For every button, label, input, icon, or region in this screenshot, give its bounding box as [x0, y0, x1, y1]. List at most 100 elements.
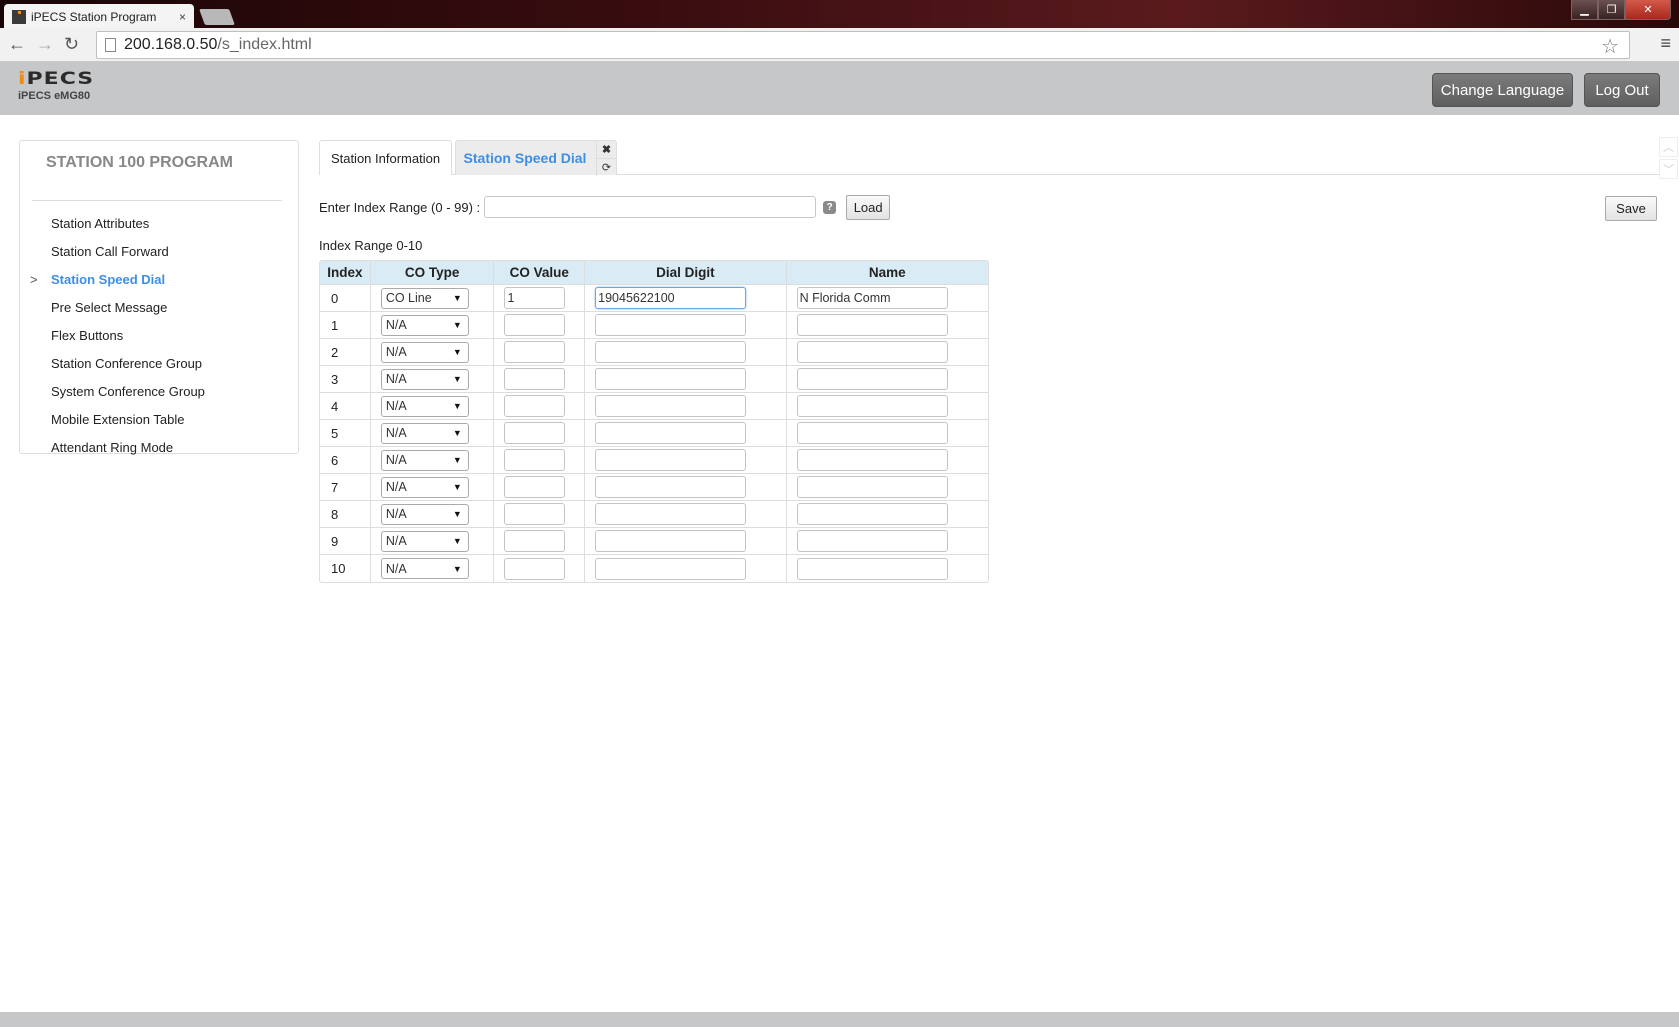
- sidebar-item-station-call-forward[interactable]: Station Call Forward: [20, 238, 298, 266]
- co-type-select[interactable]: N/A ▼: [380, 314, 469, 336]
- cell-index: 4: [320, 393, 371, 420]
- name-input[interactable]: [796, 476, 948, 498]
- co-value-input[interactable]: [504, 449, 566, 471]
- close-tab-icon[interactable]: ×: [179, 10, 186, 24]
- help-icon[interactable]: ?: [823, 200, 837, 214]
- cell-co-type: N/A ▼: [370, 474, 495, 501]
- sidebar-item-mobile-extension-table[interactable]: Mobile Extension Table: [20, 406, 298, 434]
- dial-digit-input[interactable]: [595, 395, 747, 417]
- name-input[interactable]: [796, 395, 948, 417]
- cell-name: [786, 393, 988, 420]
- dial-digit-input[interactable]: [595, 557, 747, 580]
- cell-co-type: CO Line ▼: [370, 285, 495, 312]
- table-row: 1 N/A ▼: [320, 312, 988, 339]
- name-input[interactable]: [796, 314, 948, 336]
- sidebar-item-station-attributes[interactable]: Station Attributes: [20, 210, 298, 238]
- co-type-select[interactable]: CO Line ▼: [380, 287, 469, 309]
- browser-menu-icon[interactable]: ≡: [1660, 33, 1671, 54]
- co-type-value: N/A: [385, 561, 407, 576]
- sidebar-item-station-conference-group[interactable]: Station Conference Group: [20, 350, 298, 378]
- back-icon[interactable]: ←: [8, 34, 26, 55]
- refresh-icon[interactable]: ⟳: [597, 158, 616, 176]
- co-type-select[interactable]: N/A ▼: [380, 503, 469, 525]
- co-type-select[interactable]: N/A ▼: [380, 341, 469, 363]
- dial-digit-input[interactable]: [595, 476, 747, 498]
- tab-station-speed-dial[interactable]: Station Speed Dial ✖ ⟳: [455, 140, 617, 176]
- model-name: iPECS eMG80: [18, 90, 91, 102]
- browser-tab[interactable]: iPECS Station Program ×: [4, 4, 194, 30]
- change-language-button[interactable]: Change Language: [1432, 73, 1573, 107]
- co-value-input[interactable]: [504, 557, 566, 580]
- co-type-select[interactable]: N/A ▼: [380, 422, 469, 444]
- name-input[interactable]: [796, 557, 948, 580]
- co-type-select[interactable]: N/A ▼: [380, 395, 469, 417]
- window-close-icon[interactable]: ✕: [1625, 0, 1671, 20]
- load-button[interactable]: Load: [846, 194, 891, 220]
- sidebar-item-station-speed-dial[interactable]: > Station Speed Dial: [20, 266, 298, 294]
- name-input[interactable]: [796, 287, 948, 309]
- save-button[interactable]: Save: [1605, 196, 1657, 221]
- tab-station-information[interactable]: Station Information: [319, 140, 452, 175]
- scroll-down-icon[interactable]: ﹀: [1659, 159, 1678, 179]
- page-icon: [105, 38, 116, 52]
- sidebar: STATION 100 PROGRAM Station Attributes S…: [19, 140, 299, 455]
- bookmark-star-icon[interactable]: ☆: [1601, 34, 1619, 59]
- tab-label: Station Speed Dial: [463, 150, 587, 166]
- co-type-select[interactable]: N/A ▼: [380, 530, 469, 552]
- co-value-input[interactable]: [504, 530, 566, 552]
- forward-icon[interactable]: →: [36, 34, 54, 55]
- table-row: 0 CO Line ▼: [320, 285, 988, 312]
- dial-digit-input[interactable]: [595, 503, 747, 525]
- dropdown-arrow-icon: ▼: [452, 428, 462, 438]
- name-input[interactable]: [796, 422, 948, 444]
- co-value-input[interactable]: [504, 287, 566, 309]
- name-input[interactable]: [796, 368, 948, 390]
- sidebar-item-pre-select-message[interactable]: Pre Select Message: [20, 294, 298, 322]
- chevron-right-icon: >: [30, 272, 38, 287]
- cell-name: [787, 555, 988, 582]
- co-value-input[interactable]: [504, 314, 566, 336]
- new-tab-button[interactable]: [199, 9, 235, 25]
- dial-digit-input[interactable]: [595, 341, 747, 363]
- dial-digit-input[interactable]: [595, 530, 747, 552]
- name-input[interactable]: [796, 530, 948, 552]
- reload-icon[interactable]: ↻: [64, 34, 79, 55]
- co-value-input[interactable]: [504, 476, 566, 498]
- co-type-select[interactable]: N/A ▼: [380, 558, 469, 579]
- table-header-row: Index CO Type CO Value Dial Digit Name: [320, 261, 988, 285]
- cell-co-value: [494, 339, 586, 366]
- scroll-up-icon[interactable]: ︿: [1659, 137, 1678, 157]
- co-type-select[interactable]: N/A ▼: [380, 449, 469, 471]
- co-type-select[interactable]: N/A ▼: [380, 476, 469, 498]
- address-bar[interactable]: 200.168.0.50/s_index.html ☆: [96, 31, 1630, 59]
- co-type-select[interactable]: N/A ▼: [380, 368, 469, 390]
- cell-dial-digit: [585, 420, 787, 447]
- name-input[interactable]: [796, 503, 948, 525]
- browser-toolbar: ← → ↻ 200.168.0.50/s_index.html ☆ ≡: [0, 28, 1679, 62]
- dropdown-arrow-icon: ▼: [452, 536, 462, 546]
- sidebar-item-attendant-ring-mode[interactable]: Attendant Ring Mode: [20, 434, 298, 462]
- dial-digit-input[interactable]: [595, 314, 747, 336]
- sidebar-item-system-conference-group[interactable]: System Conference Group: [20, 378, 298, 406]
- co-value-input[interactable]: [504, 341, 566, 363]
- co-value-input[interactable]: [504, 395, 566, 417]
- close-icon[interactable]: ✖: [597, 141, 616, 158]
- dial-digit-input[interactable]: [595, 368, 747, 390]
- cell-name: [786, 339, 988, 366]
- log-out-button[interactable]: Log Out: [1584, 73, 1660, 107]
- cell-index: 3: [320, 366, 371, 393]
- co-value-input[interactable]: [504, 368, 566, 390]
- minimize-icon[interactable]: ▁: [1571, 0, 1598, 20]
- header-index: Index: [320, 261, 371, 285]
- dial-digit-input[interactable]: [595, 422, 747, 444]
- dial-digit-input[interactable]: [595, 449, 747, 471]
- name-input[interactable]: [796, 341, 948, 363]
- dial-digit-input[interactable]: [595, 287, 747, 309]
- index-range-input[interactable]: [484, 196, 817, 218]
- restore-icon[interactable]: ❐: [1598, 0, 1625, 20]
- table-row: 7 N/A ▼: [320, 474, 988, 501]
- sidebar-item-flex-buttons[interactable]: Flex Buttons: [20, 322, 298, 350]
- co-value-input[interactable]: [504, 422, 566, 444]
- co-value-input[interactable]: [504, 503, 566, 525]
- name-input[interactable]: [796, 449, 948, 471]
